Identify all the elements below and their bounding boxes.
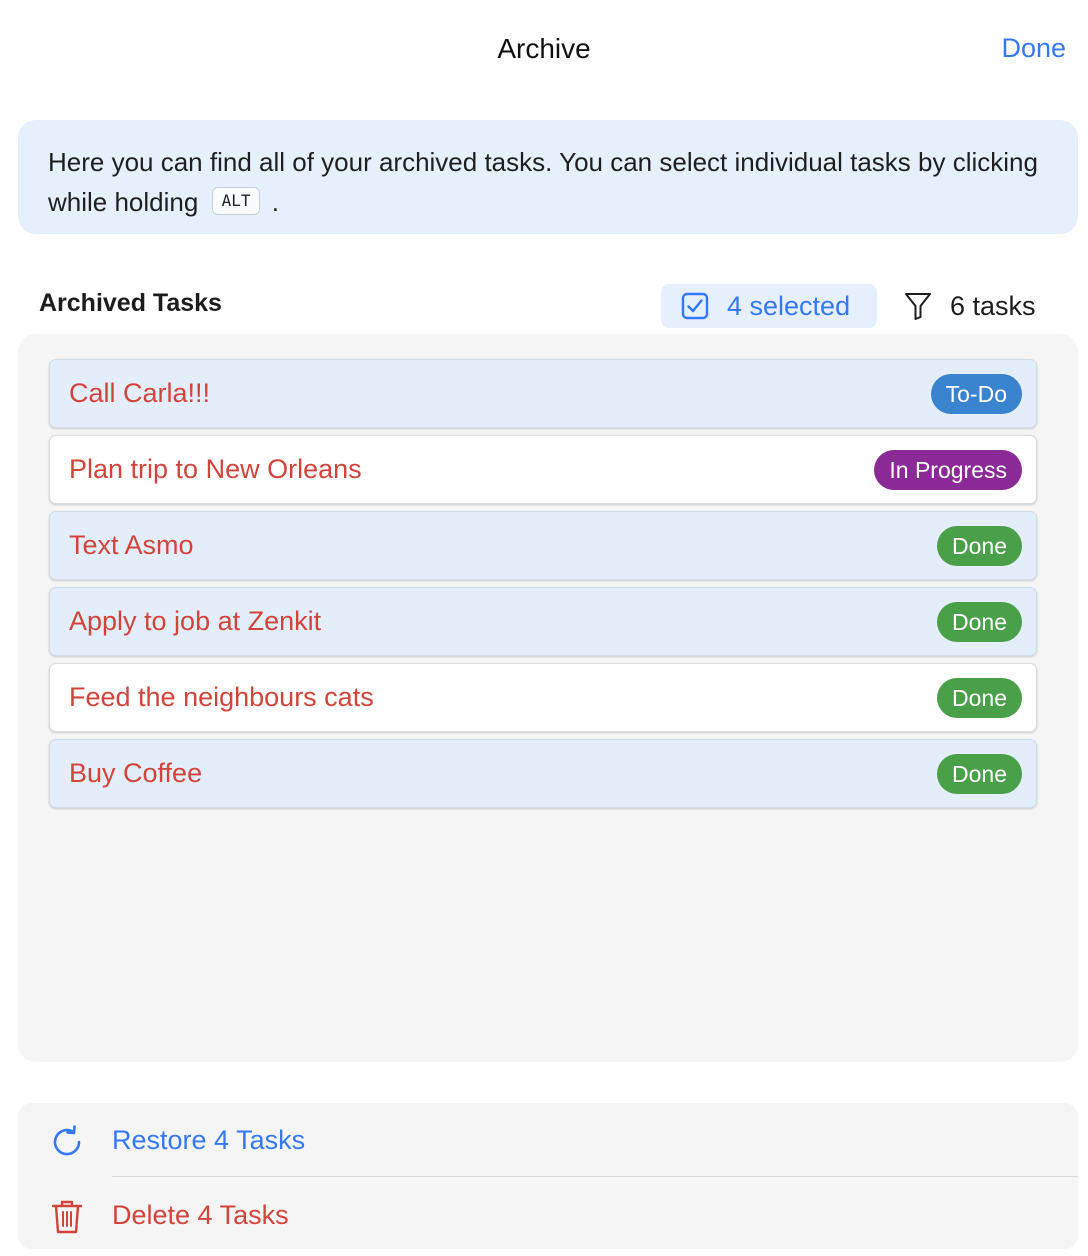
selected-count-button[interactable]: 4 selected: [661, 284, 877, 328]
info-text: Here you can find all of your archived t…: [48, 147, 1038, 217]
task-row[interactable]: Plan trip to New Orleans In Progress: [49, 435, 1037, 504]
task-count-label: 6 tasks: [950, 290, 1036, 321]
filter-button[interactable]: 6 tasks: [904, 284, 1036, 328]
page-title: Archive: [497, 33, 591, 64]
divider: [112, 1176, 1078, 1177]
task-title: Feed the neighbours cats: [69, 682, 374, 712]
task-row[interactable]: Call Carla!!! To-Do: [49, 359, 1037, 428]
task-title: Text Asmo: [69, 530, 194, 560]
alt-key-hint: ALT: [211, 187, 261, 216]
refresh-icon: [53, 1125, 81, 1156]
done-button[interactable]: Done: [1001, 33, 1066, 64]
bulk-actions: Restore 4 Tasks Delete 4 Tasks: [18, 1103, 1078, 1249]
task-title: Buy Coffee: [69, 758, 203, 788]
status-badge: Done: [937, 678, 1022, 718]
archive-sheet: Archive Done Here you can find all of yo…: [0, 0, 1088, 1256]
task-row[interactable]: Text Asmo Done: [49, 511, 1037, 580]
info-text-end: .: [271, 187, 279, 217]
delete-tasks-label: Delete 4 Tasks: [112, 1200, 289, 1230]
selected-count-label: 4 selected: [727, 290, 851, 321]
status-badge: Done: [937, 602, 1022, 642]
restore-tasks-button[interactable]: Restore 4 Tasks: [18, 1103, 1078, 1176]
header: Archive Done: [0, 0, 1088, 100]
filter-icon: [905, 293, 931, 320]
task-list: Call Carla!!! To-Do Plan trip to New Orlea…: [49, 359, 1037, 815]
task-panel: Call Carla!!! To-Do Plan trip to New Orlea…: [18, 334, 1078, 1062]
task-title: Apply to job at Zenkit: [69, 606, 322, 636]
task-row[interactable]: Feed the neighbours cats Done: [49, 663, 1037, 732]
task-row[interactable]: Apply to job at Zenkit Done: [49, 587, 1037, 656]
section-title: Archived Tasks: [39, 289, 222, 317]
task-title: Plan trip to New Orleans: [69, 454, 362, 484]
restore-tasks-label: Restore 4 Tasks: [112, 1125, 306, 1155]
delete-tasks-button[interactable]: Delete 4 Tasks: [18, 1178, 1078, 1251]
task-title: Call Carla!!!: [69, 378, 211, 408]
task-row[interactable]: Buy Coffee Done: [49, 739, 1037, 808]
info-banner: Here you can find all of your archived t…: [18, 120, 1078, 234]
checkbox-checked-icon: [681, 292, 709, 320]
status-badge: In Progress: [874, 450, 1022, 490]
trash-icon: [51, 1200, 83, 1234]
status-badge: To-Do: [930, 374, 1022, 414]
status-badge: Done: [937, 754, 1022, 794]
status-badge: Done: [937, 526, 1022, 566]
